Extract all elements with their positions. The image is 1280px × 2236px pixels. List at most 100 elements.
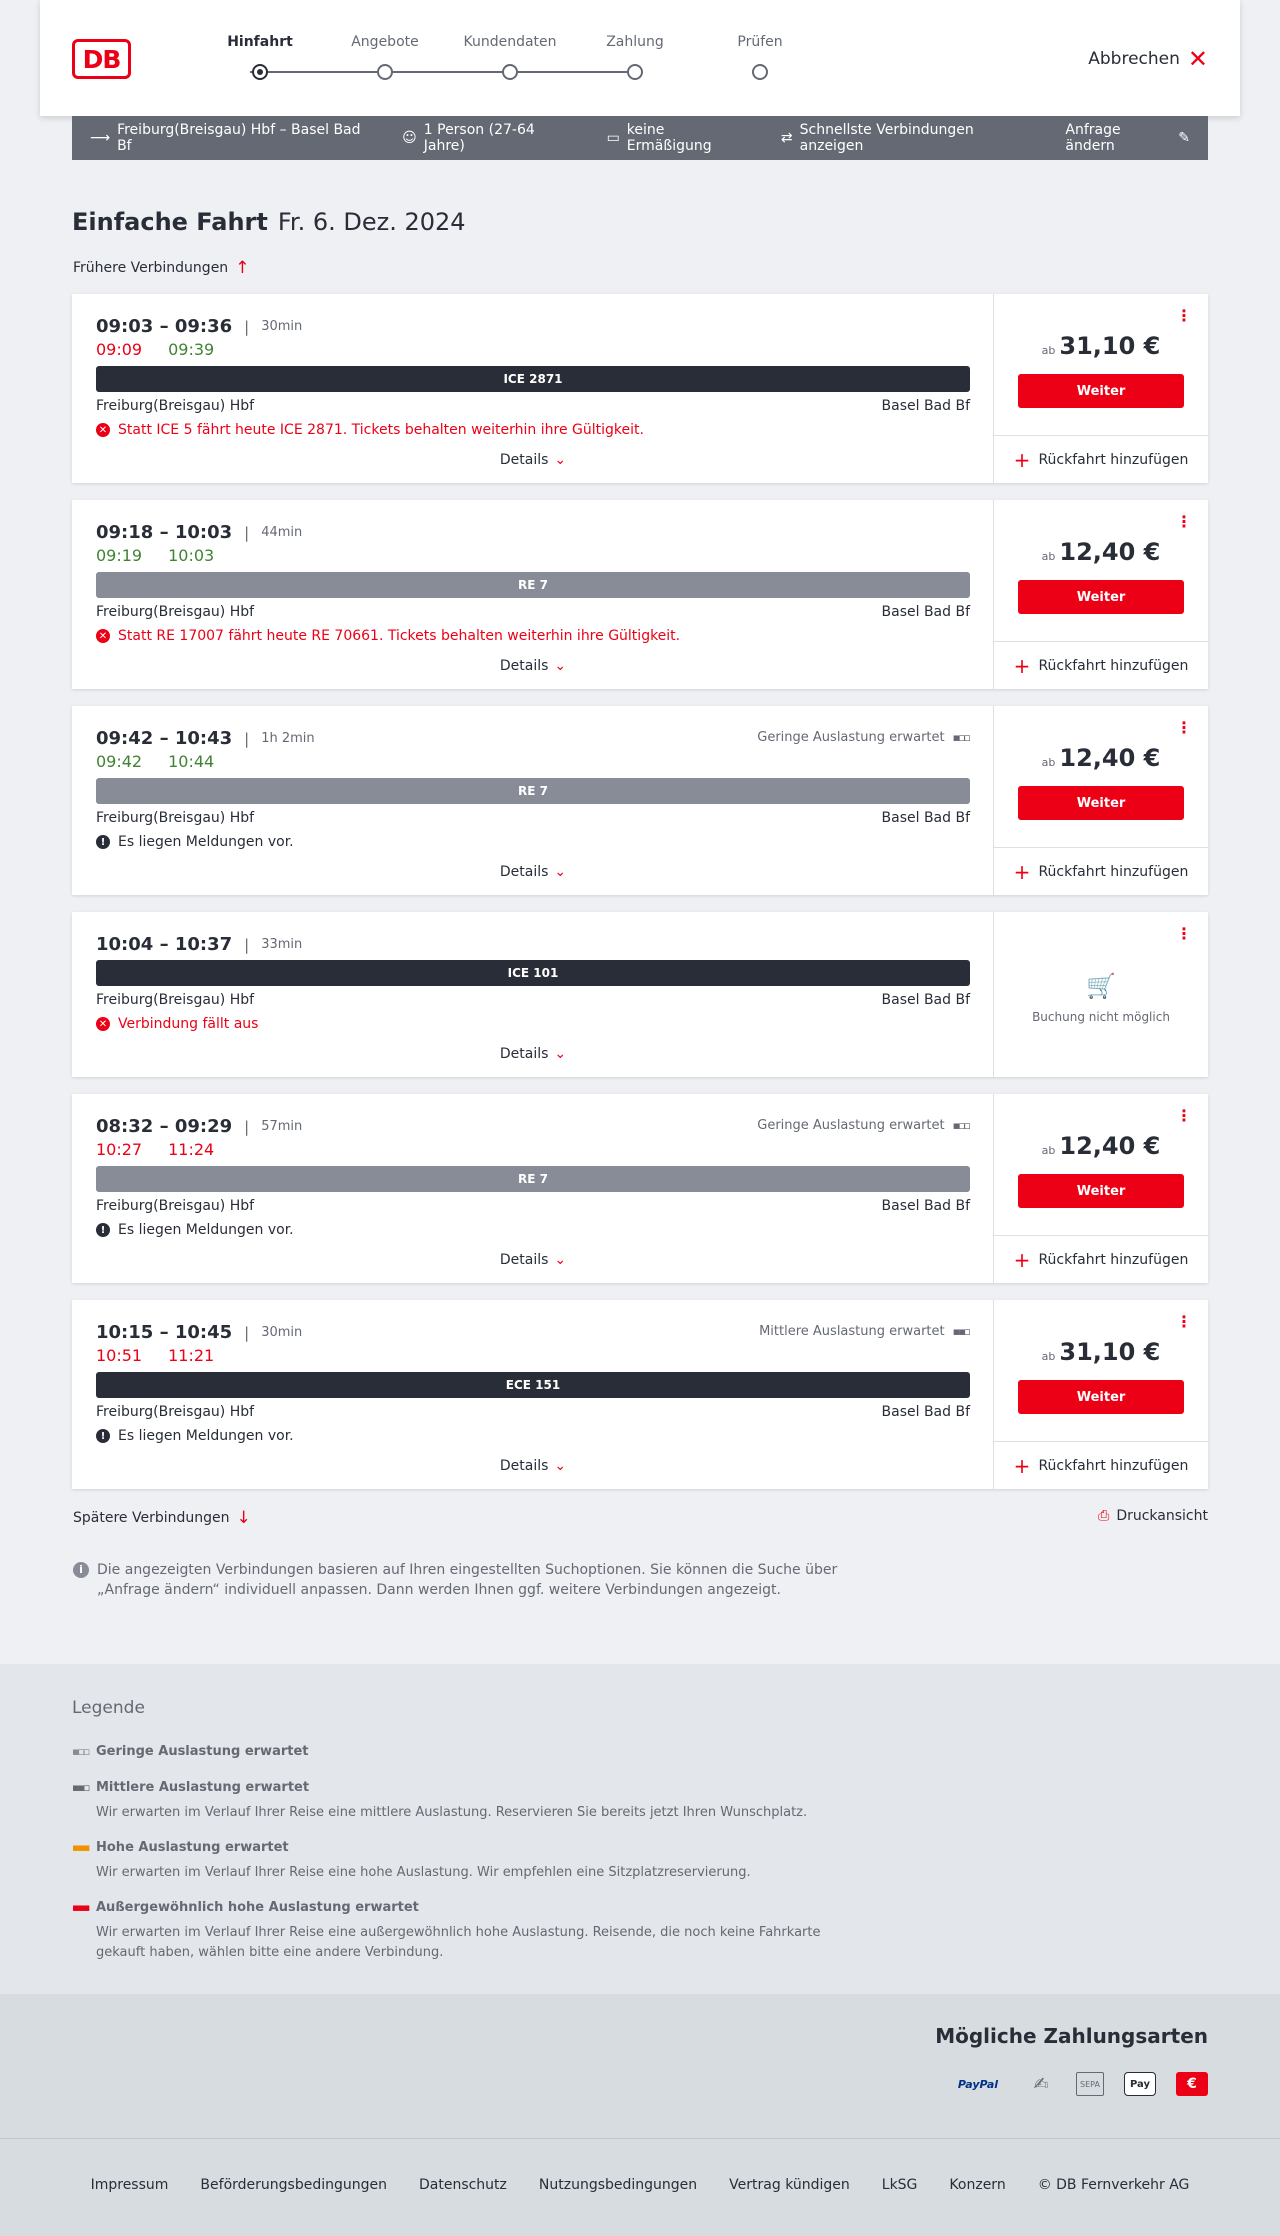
cancel-label: Abbrechen bbox=[1088, 49, 1180, 69]
apple-pay-icon: Pay bbox=[1124, 2072, 1156, 2096]
sepa-icon: SEPA bbox=[1076, 2072, 1104, 2096]
more-options-icon[interactable]: ⋮ bbox=[1176, 720, 1192, 736]
more-options-icon[interactable]: ⋮ bbox=[1176, 1314, 1192, 1330]
connection-card: 09:18 – 10:03 | 44min 09:19 10:03 RE 7 Frei… bbox=[72, 500, 1208, 689]
details-toggle[interactable]: Details ⌄ bbox=[72, 658, 994, 674]
continue-button[interactable]: Weiter bbox=[1018, 1380, 1184, 1414]
planned-times: 09:18 – 10:03 | 44min bbox=[96, 522, 302, 543]
connection-info[interactable]: 10:04 – 10:37 | 33min ICE 101 Freiburg(Bre… bbox=[72, 912, 994, 1077]
error-icon: ✕ bbox=[96, 629, 110, 643]
more-options-icon[interactable]: ⋮ bbox=[1176, 514, 1192, 530]
add-return-button[interactable]: + Rückfahrt hinzufügen bbox=[994, 1441, 1208, 1489]
footer-link-lksg[interactable]: LkSG bbox=[882, 2177, 918, 2193]
option-text: Schnellste Verbindungen anzeigen bbox=[799, 122, 974, 154]
print-label: Druckansicht bbox=[1116, 1508, 1208, 1524]
passenger-info[interactable]: ☺ 1 Person (27-64 Jahre) bbox=[402, 122, 574, 154]
option-info[interactable]: ⇄ Schnellste Verbindungen anzeigen bbox=[781, 122, 1034, 154]
legend-item: ▪▪▪ Hohe Auslastung erwartet Wir erwarten… bbox=[72, 1840, 872, 1883]
footer-link-conditions[interactable]: Beförderungsbedingungen bbox=[200, 2177, 387, 2193]
train-bar[interactable]: RE 7 bbox=[96, 778, 970, 804]
planned-times: 09:42 – 10:43 | 1h 2min bbox=[96, 728, 315, 749]
return-label: Rückfahrt hinzufügen bbox=[1038, 863, 1189, 880]
train-bar[interactable]: ICE 101 bbox=[96, 960, 970, 986]
chevron-down-icon: ⌄ bbox=[554, 452, 567, 468]
planned-time-range: 09:18 – 10:03 bbox=[96, 522, 233, 543]
planned-times: 09:03 – 09:36 | 30min bbox=[96, 316, 302, 337]
arrival-station: Basel Bad Bf bbox=[881, 810, 970, 826]
price-prefix: ab bbox=[1041, 756, 1056, 769]
connection-info[interactable]: 10:15 – 10:45 | 30min Mittlere Auslastung … bbox=[72, 1300, 994, 1489]
realtime-times: 09:09 09:39 bbox=[96, 340, 214, 359]
arrival-station: Basel Bad Bf bbox=[881, 604, 970, 620]
add-return-button[interactable]: + Rückfahrt hinzufügen bbox=[994, 435, 1208, 483]
continue-button[interactable]: Weiter bbox=[1018, 580, 1184, 614]
footer-link-konzern[interactable]: Konzern bbox=[949, 2177, 1005, 2193]
stations-row: Freiburg(Breisgau) Hbf Basel Bad Bf bbox=[96, 810, 970, 826]
connection-info[interactable]: 09:03 – 09:36 | 30min 09:09 09:39 ICE 2871 … bbox=[72, 294, 994, 483]
departure-station: Freiburg(Breisgau) Hbf bbox=[96, 398, 255, 414]
price: ab 12,40 € bbox=[994, 1132, 1208, 1160]
occupancy-low-icon: ▪▫▫ bbox=[952, 731, 971, 744]
add-return-button[interactable]: + Rückfahrt hinzufügen bbox=[994, 641, 1208, 689]
details-toggle[interactable]: Details ⌄ bbox=[72, 1458, 994, 1474]
connection-info[interactable]: 09:42 – 10:43 | 1h 2min Geringe Auslastung… bbox=[72, 706, 994, 895]
message-text: Verbindung fällt aus bbox=[118, 1016, 259, 1032]
arrow-down-icon: ↓ bbox=[236, 1508, 251, 1528]
footer-link-cancel-contract[interactable]: Vertrag kündigen bbox=[729, 2177, 850, 2193]
cancel-button[interactable]: Abbrechen ✕ bbox=[1088, 47, 1208, 71]
train-bar[interactable]: ICE 2871 bbox=[96, 366, 970, 392]
print-view-link[interactable]: ⎙ Druckansicht bbox=[1098, 1508, 1208, 1524]
arrival-station: Basel Bad Bf bbox=[881, 398, 970, 414]
discount-info[interactable]: ▭ keine Ermäßigung bbox=[607, 122, 749, 154]
plus-icon: + bbox=[1013, 1453, 1031, 1478]
step-kundendaten[interactable]: Kundendaten bbox=[460, 34, 560, 80]
footer-link-impressum[interactable]: Impressum bbox=[91, 2177, 169, 2193]
details-label: Details bbox=[499, 1252, 549, 1268]
more-options-icon[interactable]: ⋮ bbox=[1176, 308, 1192, 324]
occupancy-indicator[interactable]: Geringe Auslastung erwartet ▪▫▫ bbox=[757, 730, 971, 745]
price-value: 12,40 € bbox=[1059, 744, 1161, 772]
payment-methods: PayPal ✍ SEPA Pay € bbox=[950, 2072, 1208, 2096]
continue-button[interactable]: Weiter bbox=[1018, 786, 1184, 820]
step-dot bbox=[502, 64, 518, 80]
price-value: 31,10 € bbox=[1059, 332, 1161, 360]
passenger-text: 1 Person (27-64 Jahre) bbox=[423, 122, 535, 154]
continue-button[interactable]: Weiter bbox=[1018, 374, 1184, 408]
change-request-button[interactable]: Anfrage ändern ✎ bbox=[1065, 122, 1190, 154]
train-bar[interactable]: RE 7 bbox=[96, 1166, 970, 1192]
connection-info[interactable]: 08:32 – 09:29 | 57min Geringe Auslastung e… bbox=[72, 1094, 994, 1283]
stations-row: Freiburg(Breisgau) Hbf Basel Bad Bf bbox=[96, 1198, 970, 1214]
occupancy-indicator[interactable]: Mittlere Auslastung erwartet ▪▪▫ bbox=[759, 1324, 971, 1339]
train-bar[interactable]: ECE 151 bbox=[96, 1372, 970, 1398]
info-message: ! Es liegen Meldungen vor. bbox=[96, 834, 294, 850]
alert-icon: ! bbox=[96, 835, 110, 849]
earlier-connections-link[interactable]: Frühere Verbindungen ↑ bbox=[73, 258, 249, 278]
details-toggle[interactable]: Details ⌄ bbox=[72, 1046, 994, 1062]
step-hinfahrt[interactable]: Hinfahrt bbox=[210, 34, 310, 80]
connection-card: 10:04 – 10:37 | 33min ICE 101 Freiburg(Bre… bbox=[72, 912, 1208, 1077]
add-return-button[interactable]: + Rückfahrt hinzufügen bbox=[994, 1235, 1208, 1283]
add-return-button[interactable]: + Rückfahrt hinzufügen bbox=[994, 847, 1208, 895]
more-options-icon[interactable]: ⋮ bbox=[1176, 926, 1192, 942]
footer-link-privacy[interactable]: Datenschutz bbox=[419, 2177, 507, 2193]
footer-link-terms[interactable]: Nutzungsbedingungen bbox=[539, 2177, 697, 2193]
details-toggle[interactable]: Details ⌄ bbox=[72, 452, 994, 468]
later-connections-link[interactable]: Spätere Verbindungen ↓ bbox=[73, 1508, 251, 1528]
occupancy-indicator[interactable]: Geringe Auslastung erwartet ▪▫▫ bbox=[757, 1118, 971, 1133]
details-toggle[interactable]: Details ⌄ bbox=[72, 1252, 994, 1268]
step-zahlung[interactable]: Zahlung bbox=[585, 34, 685, 80]
train-bar[interactable]: RE 7 bbox=[96, 572, 970, 598]
more-options-icon[interactable]: ⋮ bbox=[1176, 1108, 1192, 1124]
duration: 33min bbox=[261, 937, 303, 952]
continue-button[interactable]: Weiter bbox=[1018, 1174, 1184, 1208]
route-info[interactable]: ⟶ Freiburg(Breisgau) Hbf – Basel Bad Bf bbox=[90, 122, 370, 154]
db-logo[interactable]: DB bbox=[72, 39, 131, 79]
planned-times: 10:15 – 10:45 | 30min bbox=[96, 1322, 302, 1343]
connection-info[interactable]: 09:18 – 10:03 | 44min 09:19 10:03 RE 7 Frei… bbox=[72, 500, 994, 689]
realtime-arrival: 10:44 bbox=[168, 752, 215, 771]
details-toggle[interactable]: Details ⌄ bbox=[72, 864, 994, 880]
duration: 30min bbox=[261, 319, 303, 334]
step-angebote[interactable]: Angebote bbox=[335, 34, 435, 80]
realtime-times: 10:51 11:21 bbox=[96, 1346, 214, 1365]
step-pruefen[interactable]: Prüfen bbox=[710, 34, 810, 80]
